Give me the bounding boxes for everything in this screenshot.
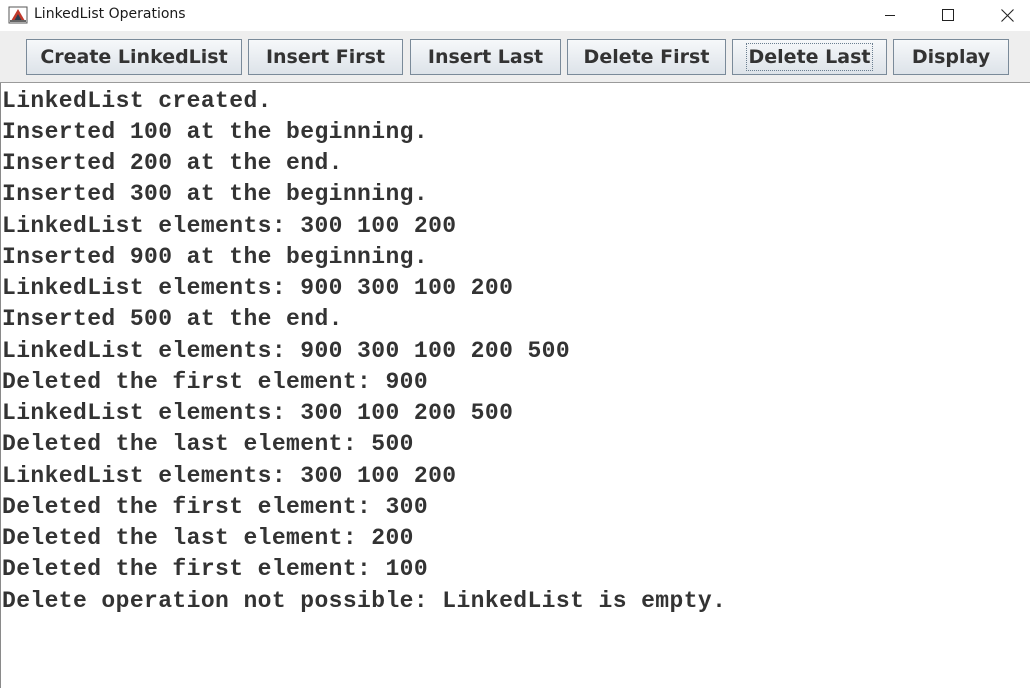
output-line: LinkedList elements: 300 100 200 500 (2, 400, 514, 426)
output-line: Inserted 500 at the end. (2, 306, 343, 332)
output-line: LinkedList elements: 900 300 100 200 (2, 275, 514, 301)
output-line: Inserted 300 at the beginning. (2, 181, 429, 207)
insert-last-button[interactable]: Insert Last (410, 39, 561, 75)
display-button[interactable]: Display (893, 39, 1009, 75)
output-line: Deleted the last element: 500 (2, 431, 414, 457)
button-toolbar: Create LinkedList Insert First Insert La… (0, 31, 1030, 82)
button-label: Insert Last (427, 46, 544, 68)
title-bar[interactable]: LinkedList Operations (0, 0, 1030, 31)
delete-first-button[interactable]: Delete First (567, 39, 726, 75)
maximize-button[interactable] (919, 0, 977, 30)
create-linkedlist-button[interactable]: Create LinkedList (26, 39, 242, 75)
button-label: Create LinkedList (40, 46, 228, 68)
output-text-area[interactable]: LinkedList created. Inserted 100 at the … (0, 83, 1030, 688)
minimize-button[interactable] (861, 0, 919, 30)
output-line: Delete operation not possible: LinkedLis… (2, 588, 727, 614)
button-label: Delete Last (745, 43, 874, 71)
output-line: LinkedList created. (2, 88, 272, 114)
delete-last-button[interactable]: Delete Last (732, 39, 887, 75)
output-line: Deleted the first element: 300 (2, 494, 429, 520)
close-button[interactable] (978, 0, 1030, 30)
output-line: Deleted the last element: 200 (2, 525, 414, 551)
java-app-icon (8, 5, 28, 25)
output-line: LinkedList elements: 900 300 100 200 500 (2, 338, 571, 364)
minimize-icon (885, 15, 895, 16)
button-label: Delete First (583, 46, 710, 68)
close-icon (1000, 8, 1014, 22)
output-line: LinkedList elements: 300 100 200 (2, 213, 457, 239)
window-title: LinkedList Operations (34, 6, 186, 22)
button-label: Display (911, 46, 991, 68)
output-line: Deleted the first element: 900 (2, 369, 429, 395)
button-label: Insert First (265, 46, 386, 68)
output-line: Inserted 900 at the beginning. (2, 244, 429, 270)
maximize-icon (942, 9, 954, 21)
output-line: Deleted the first element: 100 (2, 556, 429, 582)
output-line: Inserted 100 at the beginning. (2, 119, 429, 145)
insert-first-button[interactable]: Insert First (248, 39, 403, 75)
output-line: LinkedList elements: 300 100 200 (2, 463, 457, 489)
output-line: Inserted 200 at the end. (2, 150, 343, 176)
app-window: LinkedList Operations Create LinkedList … (0, 0, 1030, 688)
